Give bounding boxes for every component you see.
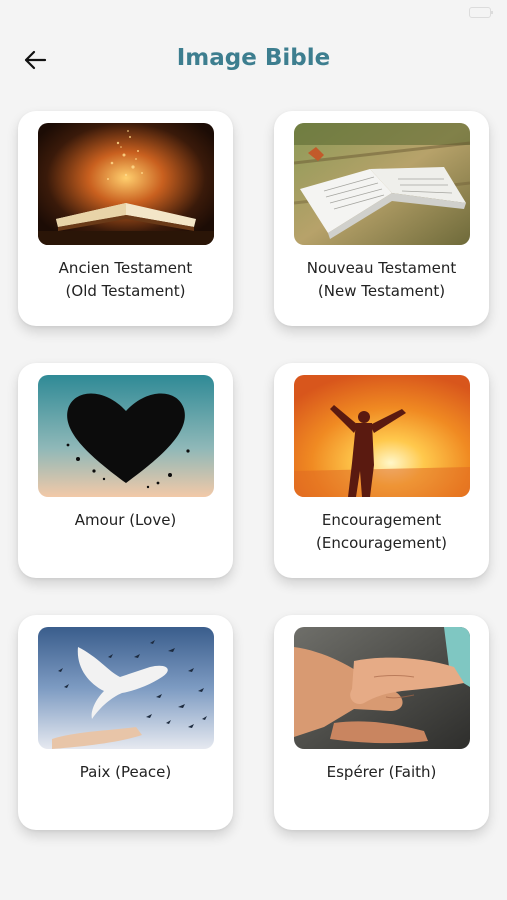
category-card-encouragement[interactable]: Encouragement (Encouragement) xyxy=(274,363,489,578)
category-title: Nouveau Testament xyxy=(306,259,457,277)
category-label: Encouragement (Encouragement) xyxy=(280,509,483,555)
status-bar xyxy=(0,0,507,24)
page-title: Image Bible xyxy=(176,45,331,71)
category-subtitle: (New Testament) xyxy=(317,282,446,300)
category-label: Espérer (Faith) xyxy=(280,761,483,784)
peace-image xyxy=(38,627,214,749)
new-testament-image xyxy=(294,123,470,245)
category-title: Espérer (Faith) xyxy=(326,763,437,781)
category-label: Ancien Testament (Old Testament) xyxy=(24,257,227,303)
category-title: Ancien Testament xyxy=(58,259,193,277)
category-label: Amour (Love) xyxy=(24,509,227,532)
category-card-faith[interactable]: Espérer (Faith) xyxy=(274,615,489,830)
app-header: Image Bible xyxy=(0,36,507,84)
category-card-old-testament[interactable]: Ancien Testament (Old Testament) xyxy=(18,111,233,326)
category-title: Encouragement xyxy=(321,511,442,529)
battery-icon xyxy=(469,7,493,18)
category-subtitle: (Old Testament) xyxy=(65,282,186,300)
old-testament-image xyxy=(38,123,214,245)
category-label: Paix (Peace) xyxy=(24,761,227,784)
category-label: Nouveau Testament (New Testament) xyxy=(280,257,483,303)
category-card-love[interactable]: Amour (Love) xyxy=(18,363,233,578)
category-card-peace[interactable]: Paix (Peace) xyxy=(18,615,233,830)
category-title: Paix (Peace) xyxy=(79,763,172,781)
encouragement-image xyxy=(294,375,470,497)
love-image xyxy=(38,375,214,497)
category-subtitle: (Encouragement) xyxy=(316,534,447,552)
category-title: Amour (Love) xyxy=(74,511,177,529)
faith-image xyxy=(294,627,470,749)
category-card-new-testament[interactable]: Nouveau Testament (New Testament) xyxy=(274,111,489,326)
